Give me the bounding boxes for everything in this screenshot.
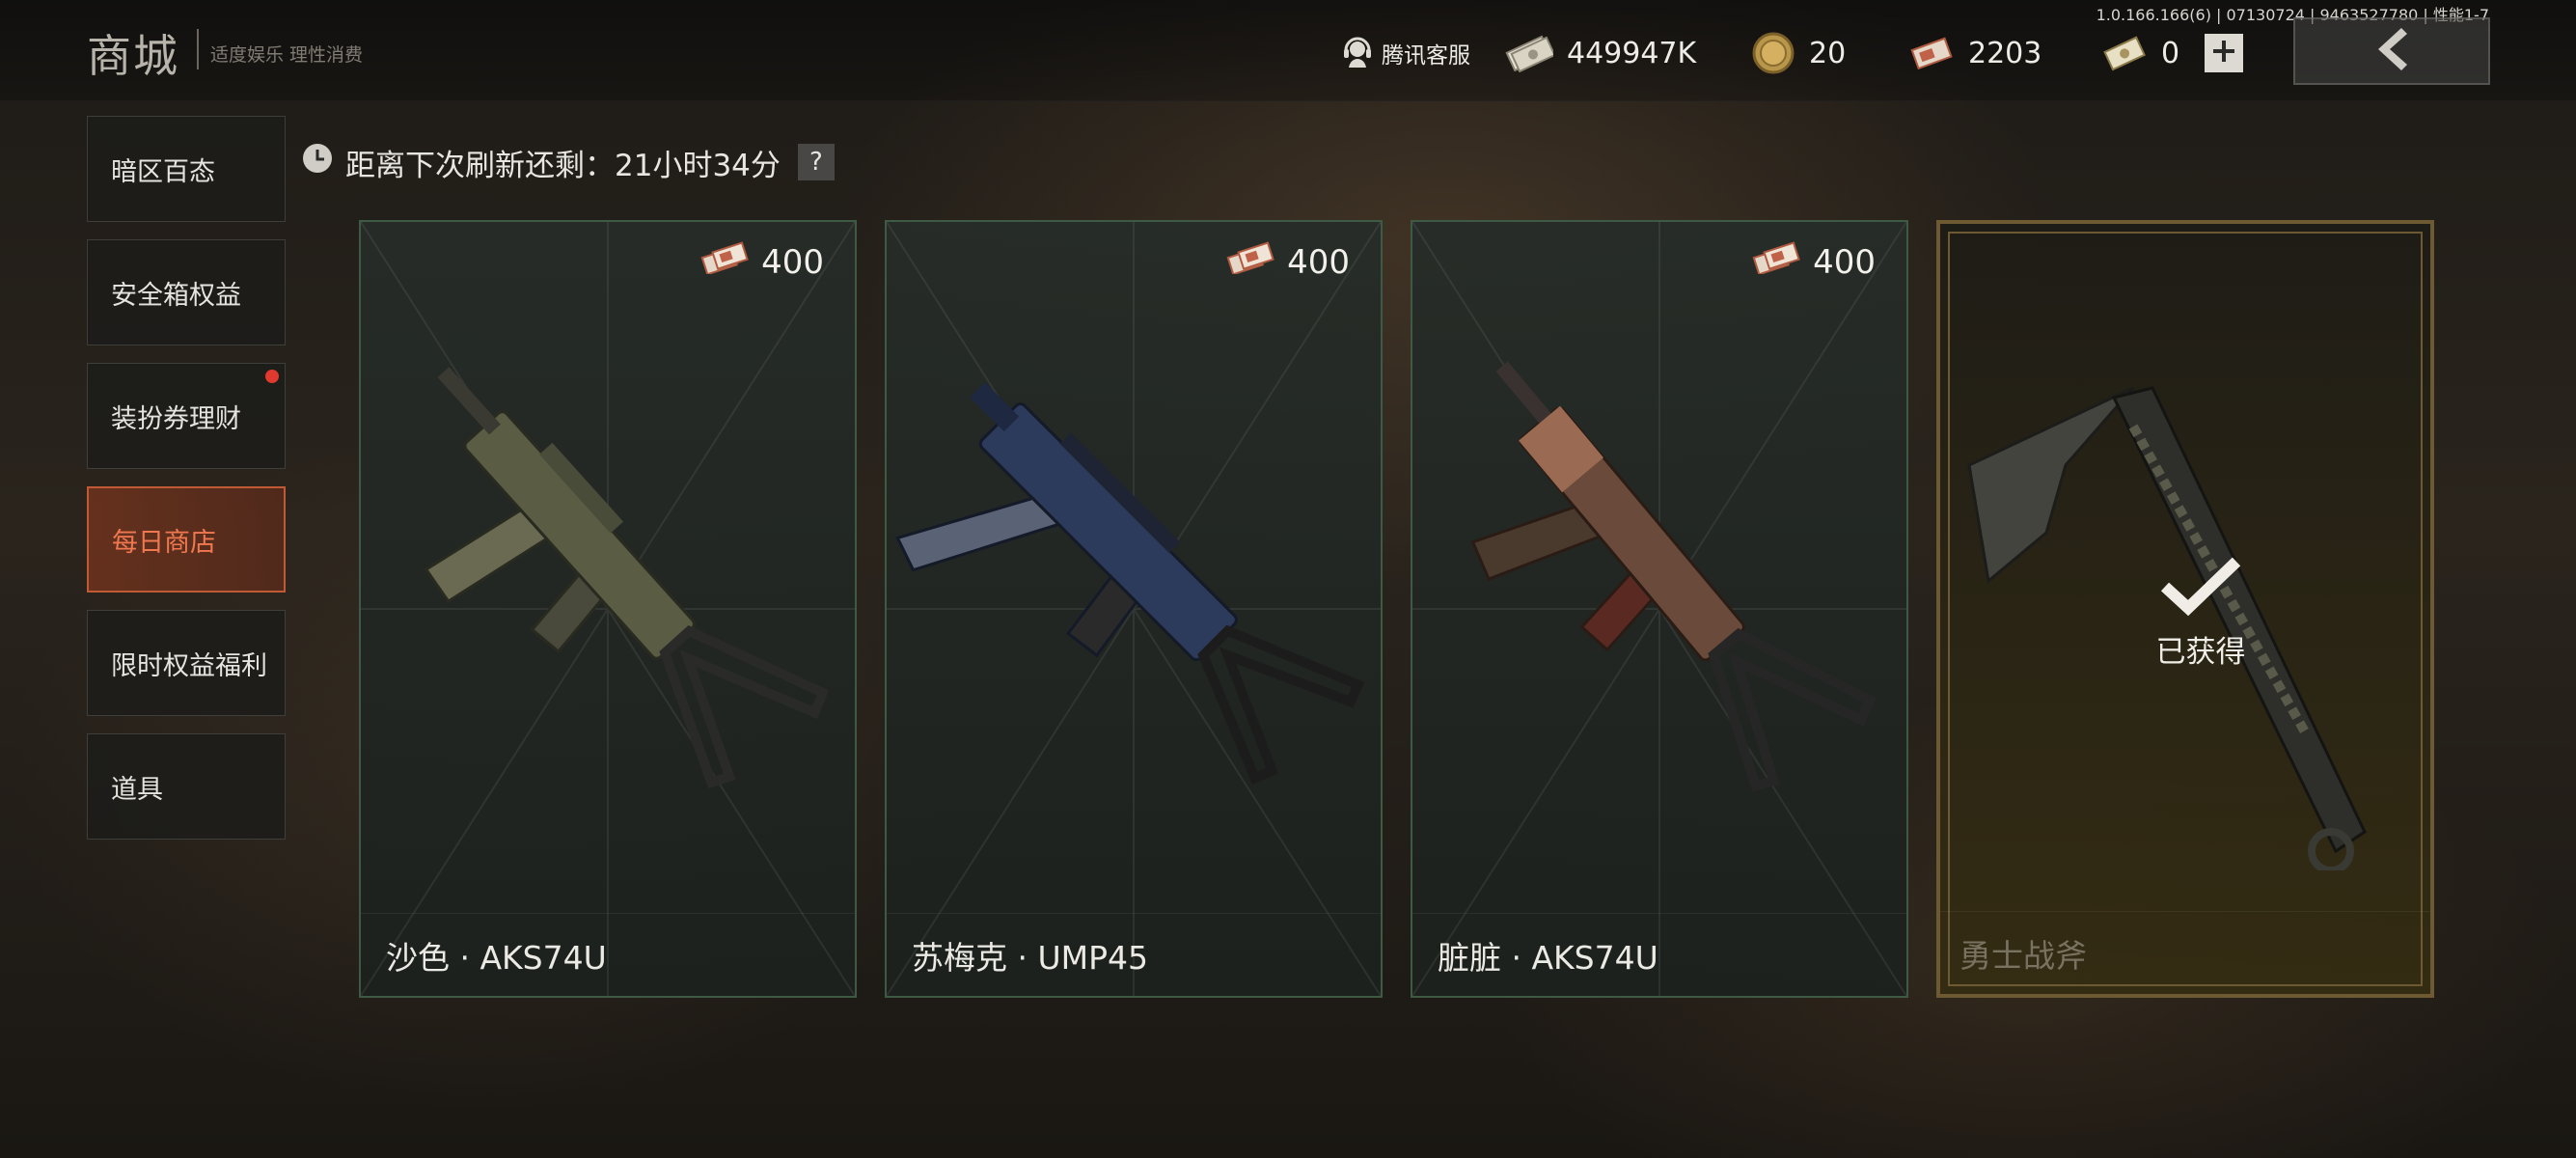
currency-banknote[interactable]: 449947K xyxy=(1505,29,1696,77)
card-footer: 沙色 · AKS74U xyxy=(361,913,855,996)
plus-icon xyxy=(2211,39,2236,68)
ticket-icon xyxy=(699,241,755,283)
top-bar: 商城 适度娱乐 理性消费 1.0.166.166(6) | 07130724 |… xyxy=(0,0,2576,101)
sidebar-item-skin-voucher[interactable]: 装扮券理财 xyxy=(87,363,286,469)
page-title: 商城 xyxy=(87,30,179,82)
shop-card-owned[interactable]: 已获得 勇士战斧 xyxy=(1936,220,2434,998)
sidebar-item-safebox[interactable]: 安全箱权益 xyxy=(87,239,286,345)
sidebar-item-items[interactable]: 道具 xyxy=(87,733,286,840)
item-name: 苏梅克 · UMP45 xyxy=(912,938,1148,977)
shop-card[interactable]: 400 苏梅克 · UMP45 xyxy=(885,220,1383,998)
sidebar-item-label: 安全箱权益 xyxy=(111,280,241,311)
page-subtitle: 适度娱乐 理性消费 xyxy=(210,44,364,66)
notification-badge xyxy=(265,370,279,383)
voucher-amount: 0 xyxy=(2161,36,2180,70)
gold-coin-icon xyxy=(1751,31,1795,75)
add-currency-button[interactable] xyxy=(2205,34,2243,72)
currency-ticket[interactable]: 2203 xyxy=(1910,29,2042,77)
ump45-smg-icon xyxy=(895,382,1365,785)
currency-gold-coin[interactable]: 20 xyxy=(1751,29,1846,77)
card-footer: 勇士战斧 xyxy=(1940,911,2430,994)
sidebar-item-label: 每日商店 xyxy=(112,527,216,558)
back-button[interactable] xyxy=(2293,17,2490,85)
ticket-icon xyxy=(1751,241,1807,283)
help-button[interactable]: ? xyxy=(797,144,835,180)
banknote-amount: 449947K xyxy=(1567,36,1697,70)
refresh-timer: 距离下次刷新还剩：21小时34分 ? xyxy=(301,141,835,183)
customer-service-button[interactable]: 腾讯客服 xyxy=(1341,29,1470,77)
owned-label: 已获得 xyxy=(2155,635,2246,670)
sidebar-item-label: 装扮券理财 xyxy=(111,403,241,434)
voucher-icon xyxy=(2103,34,2148,72)
price-value: 400 xyxy=(761,242,824,282)
card-footer: 苏梅克 · UMP45 xyxy=(887,913,1381,996)
sidebar-item-daily-shop[interactable]: 每日商店 xyxy=(87,486,286,593)
aks74u-rifle-icon xyxy=(424,367,830,789)
customer-service-label: 腾讯客服 xyxy=(1382,43,1470,69)
ticket-icon xyxy=(1910,34,1955,72)
clock-icon xyxy=(301,142,334,182)
shop-card[interactable]: 400 脏脏 · AKS74U xyxy=(1411,220,1908,998)
price-tag: 400 xyxy=(699,241,824,283)
sidebar-item-label: 限时权益福利 xyxy=(111,650,267,681)
sidebar-item-label: 暗区百态 xyxy=(111,156,215,187)
card-footer: 脏脏 · AKS74U xyxy=(1412,913,1906,996)
currency-voucher[interactable]: 0 xyxy=(2103,29,2179,77)
back-arrow-icon xyxy=(2370,26,2413,76)
price-tag: 400 xyxy=(1225,241,1350,283)
aks74u-rifle-icon xyxy=(1470,361,1877,792)
gold-coin-amount: 20 xyxy=(1809,36,1847,70)
title-divider xyxy=(197,29,199,69)
sidebar-item-darkzone[interactable]: 暗区百态 xyxy=(87,116,286,222)
sidebar-item-limited-benefits[interactable]: 限时权益福利 xyxy=(87,610,286,716)
price-tag: 400 xyxy=(1751,241,1876,283)
item-name: 沙色 · AKS74U xyxy=(386,938,607,977)
checkmark-icon xyxy=(2157,557,2244,623)
price-value: 400 xyxy=(1287,242,1350,282)
ticket-icon xyxy=(1225,241,1281,283)
item-name: 脏脏 · AKS74U xyxy=(1438,938,1658,977)
ticket-amount: 2203 xyxy=(1968,36,2042,70)
item-name: 勇士战斧 xyxy=(1959,936,2087,975)
headset-icon xyxy=(1341,37,1374,69)
banknote-icon xyxy=(1505,34,1553,72)
shop-card[interactable]: 400 沙色 · AKS74U xyxy=(359,220,857,998)
refresh-timer-label: 距离下次刷新还剩：21小时34分 xyxy=(345,148,781,183)
owned-indicator: 已获得 xyxy=(2114,552,2288,671)
sidebar-item-label: 道具 xyxy=(111,774,163,805)
price-value: 400 xyxy=(1813,242,1876,282)
